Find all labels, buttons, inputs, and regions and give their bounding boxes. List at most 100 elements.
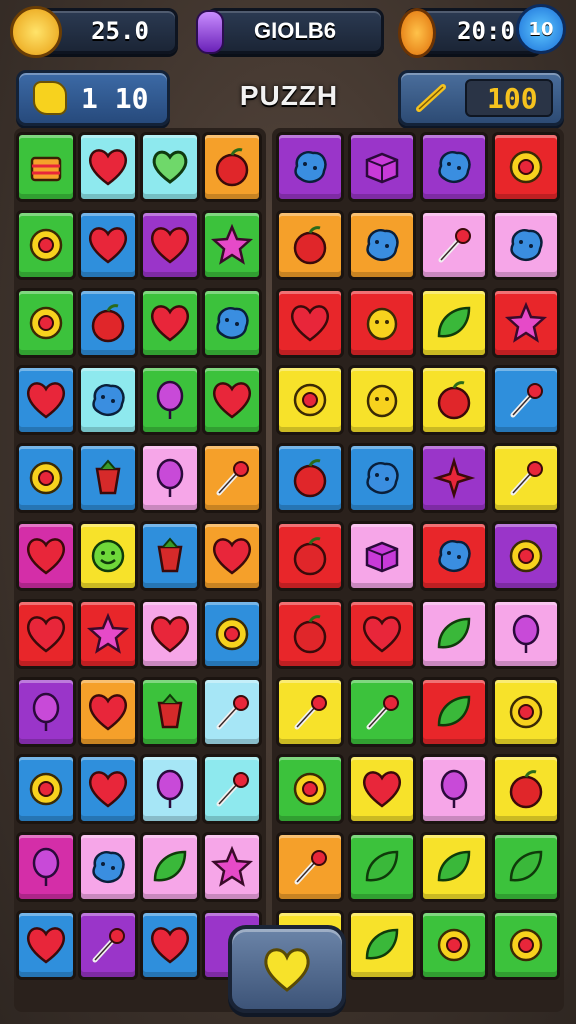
right-board-tile[interactable] <box>492 521 560 591</box>
left-board-tile[interactable] <box>140 598 200 669</box>
right-board-tile[interactable] <box>348 832 416 903</box>
right-board-tile[interactable] <box>492 132 560 202</box>
left-board-tile[interactable] <box>78 910 138 980</box>
balloon-icon <box>156 770 184 809</box>
left-board-tile[interactable] <box>78 832 138 903</box>
left-board-tile[interactable] <box>140 132 200 202</box>
lemon-icon <box>33 81 67 115</box>
right-board-tile[interactable] <box>420 521 488 591</box>
left-board-tile[interactable] <box>140 754 200 825</box>
heart-icon <box>89 771 127 808</box>
left-board-tile[interactable] <box>78 132 138 202</box>
left-board-tile[interactable] <box>16 287 76 358</box>
right-board-tile[interactable] <box>348 443 416 514</box>
left-board-tile[interactable] <box>78 676 138 747</box>
right-board-tile[interactable] <box>492 910 560 980</box>
left-board-tile[interactable] <box>140 521 200 591</box>
left-board-tile[interactable] <box>78 209 138 280</box>
right-board-tile[interactable] <box>492 754 560 825</box>
left-board-tile[interactable] <box>78 521 138 591</box>
right-board-tile[interactable] <box>276 832 344 903</box>
left-board-tile[interactable] <box>202 521 262 591</box>
right-board-tile[interactable] <box>492 598 560 669</box>
right-board-tile[interactable] <box>276 287 344 358</box>
left-board-tile[interactable] <box>140 676 200 747</box>
right-board-tile[interactable] <box>492 832 560 903</box>
right-board-tile[interactable] <box>348 598 416 669</box>
left-board-tile[interactable] <box>78 287 138 358</box>
left-board-tile[interactable] <box>78 598 138 669</box>
left-board-tile[interactable] <box>202 598 262 669</box>
left-board-tile[interactable] <box>16 209 76 280</box>
candy-icon <box>216 694 249 730</box>
left-board-tile[interactable] <box>16 365 76 436</box>
left-board-tile[interactable] <box>16 832 76 903</box>
left-board-tile[interactable] <box>16 132 76 202</box>
left-board-tile[interactable] <box>140 209 200 280</box>
right-board-tile[interactable] <box>420 676 488 747</box>
left-board-tile[interactable] <box>202 132 262 202</box>
right-board-tile[interactable] <box>348 287 416 358</box>
left-board-tile[interactable] <box>140 365 200 436</box>
ring-icon <box>509 695 543 728</box>
right-board-tile[interactable] <box>348 209 416 280</box>
right-board-tile[interactable] <box>492 365 560 436</box>
left-board-tile[interactable] <box>16 598 76 669</box>
right-board-tile[interactable] <box>348 521 416 591</box>
left-board-tile[interactable] <box>202 754 262 825</box>
right-tile-board <box>272 128 564 1012</box>
left-board-tile[interactable] <box>16 754 76 825</box>
left-board-tile[interactable] <box>202 832 262 903</box>
right-board-tile[interactable] <box>420 209 488 280</box>
right-board-tile[interactable] <box>348 132 416 202</box>
left-board-tile[interactable] <box>140 832 200 903</box>
left-board-tile[interactable] <box>78 754 138 825</box>
right-board-tile[interactable] <box>276 521 344 591</box>
left-board-tile[interactable] <box>202 443 262 514</box>
right-board-tile[interactable] <box>492 443 560 514</box>
right-board-tile[interactable] <box>276 754 344 825</box>
right-board-tile[interactable] <box>420 598 488 669</box>
left-board-tile[interactable] <box>140 910 200 980</box>
right-board-tile[interactable] <box>420 287 488 358</box>
heart-booster-button[interactable] <box>228 925 346 1013</box>
left-board-tile[interactable] <box>202 209 262 280</box>
right-board-tile[interactable] <box>348 365 416 436</box>
left-board-tile[interactable] <box>78 365 138 436</box>
right-board-tile[interactable] <box>276 209 344 280</box>
right-board-tile[interactable] <box>276 365 344 436</box>
leaf-icon <box>437 306 471 337</box>
level-badge-value: 10 <box>528 18 554 40</box>
level-badge: 10 <box>516 4 566 54</box>
left-board-tile[interactable] <box>16 910 76 980</box>
right-board-tile[interactable] <box>348 676 416 747</box>
right-board-tile[interactable] <box>420 365 488 436</box>
left-board-tile[interactable] <box>140 443 200 514</box>
right-board-tile[interactable] <box>420 754 488 825</box>
right-board-tile[interactable] <box>420 132 488 202</box>
right-board-tile[interactable] <box>492 676 560 747</box>
right-board-tile[interactable] <box>420 443 488 514</box>
right-board-tile[interactable] <box>420 910 488 980</box>
right-board-tile[interactable] <box>276 676 344 747</box>
apple-icon <box>437 381 471 420</box>
heart-icon <box>151 615 189 653</box>
left-board-tile[interactable] <box>202 365 262 436</box>
right-board-tile[interactable] <box>348 754 416 825</box>
right-board-tile[interactable] <box>492 209 560 280</box>
left-board-tile[interactable] <box>202 676 262 747</box>
right-board-tile[interactable] <box>276 598 344 669</box>
purple-gem-icon <box>196 10 224 54</box>
left-board-tile[interactable] <box>16 521 76 591</box>
leaf-icon <box>437 617 471 649</box>
right-board-tile[interactable] <box>420 832 488 903</box>
left-board-tile[interactable] <box>16 443 76 514</box>
left-board-tile[interactable] <box>78 443 138 514</box>
right-board-tile[interactable] <box>276 132 344 202</box>
left-board-tile[interactable] <box>202 287 262 358</box>
left-board-tile[interactable] <box>16 676 76 747</box>
left-board-tile[interactable] <box>140 287 200 358</box>
right-board-tile[interactable] <box>492 287 560 358</box>
right-board-tile[interactable] <box>348 910 416 980</box>
right-board-tile[interactable] <box>276 443 344 514</box>
